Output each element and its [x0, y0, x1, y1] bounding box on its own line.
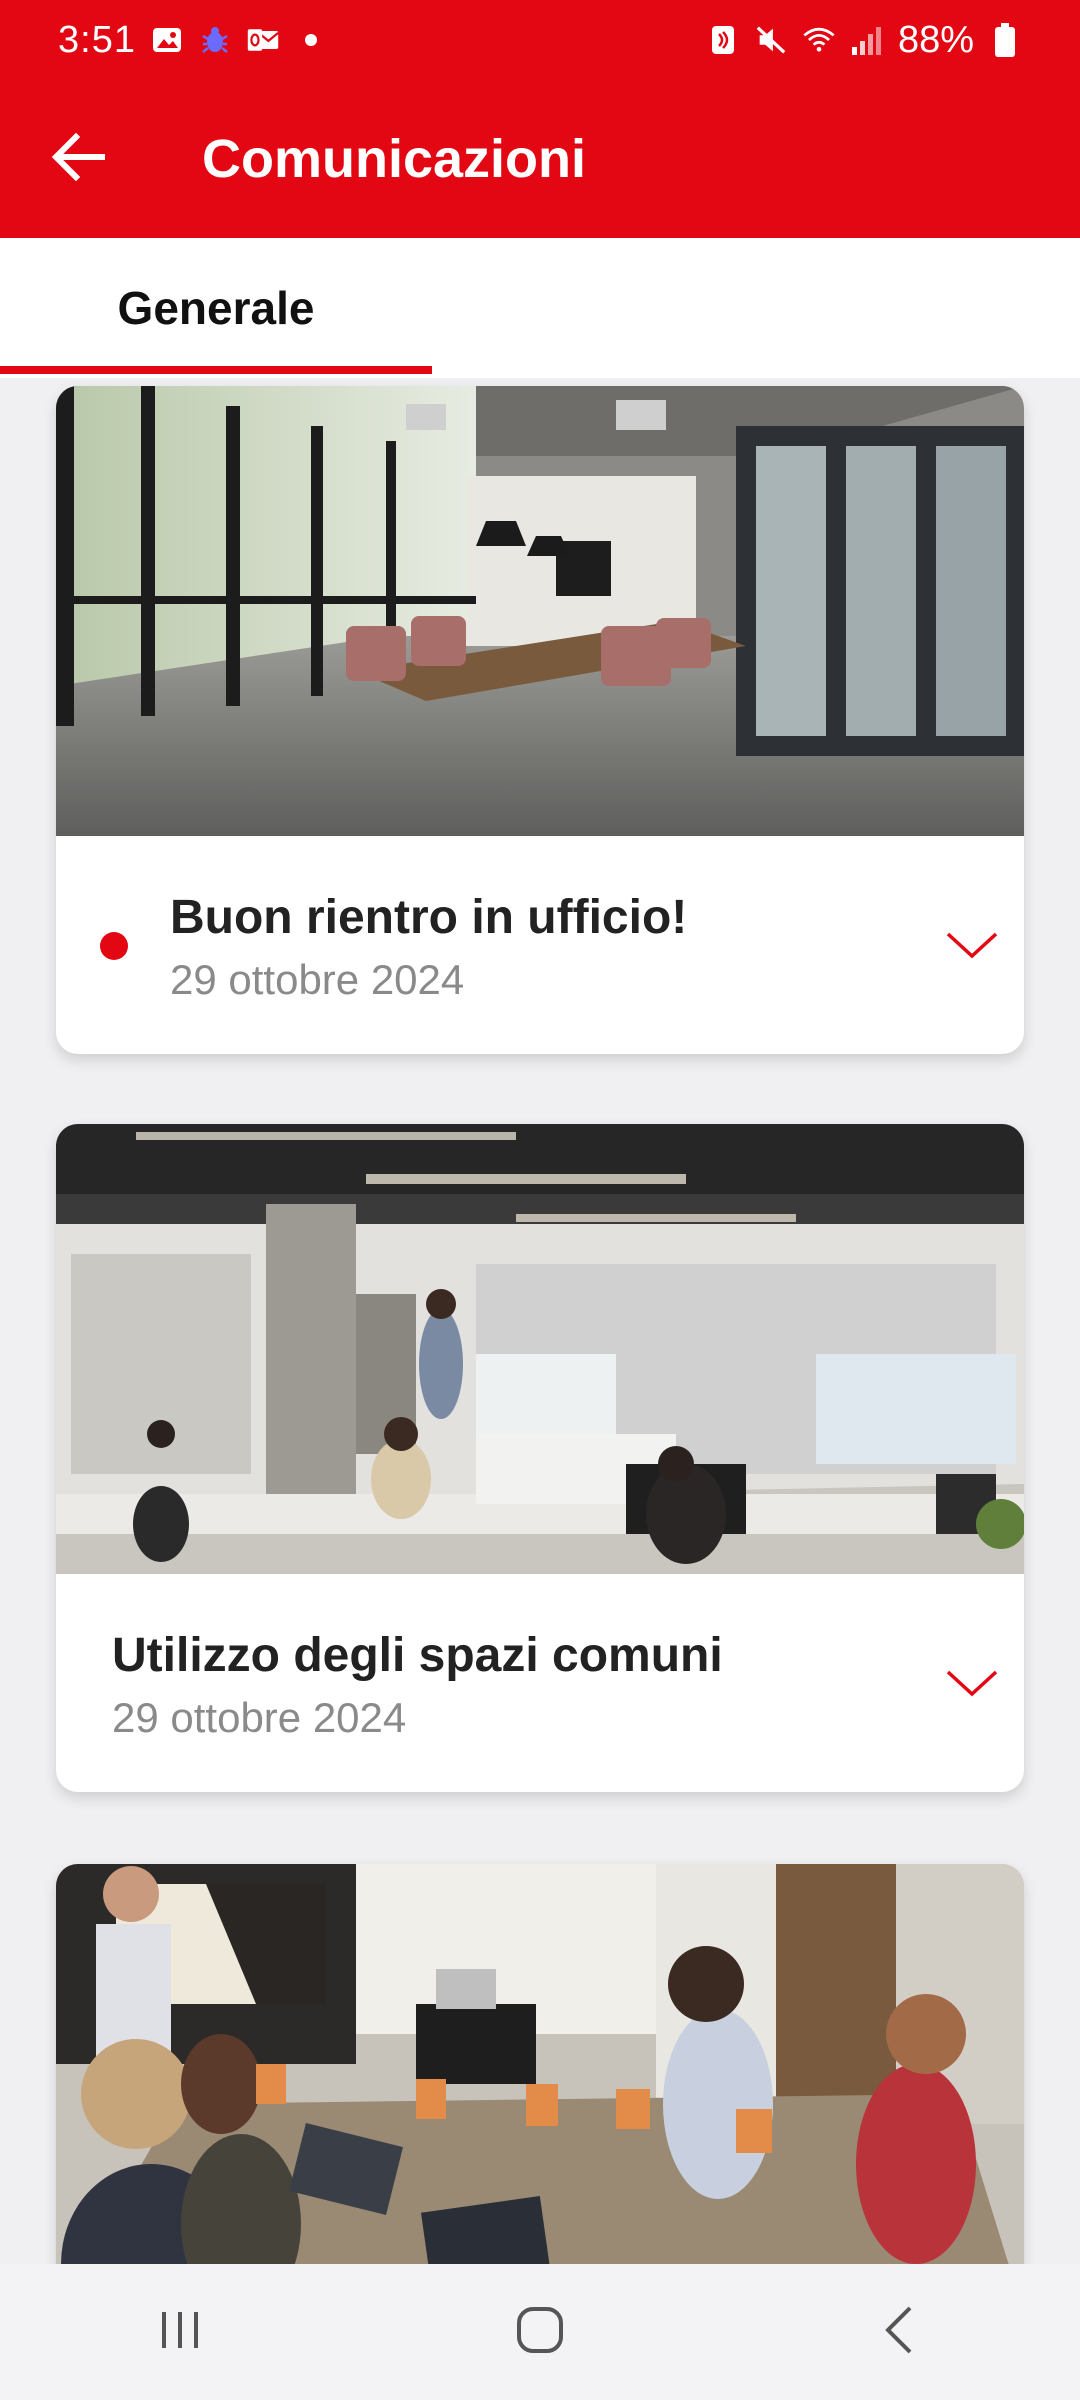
battery-icon: [988, 23, 1022, 57]
chevron-down-icon: [944, 1668, 1000, 1705]
communication-date: 29 ottobre 2024: [170, 956, 465, 1003]
app-bar: Comunicazioni: [0, 80, 1080, 238]
home-icon: [514, 2304, 566, 2361]
recents-icon: [156, 2306, 204, 2359]
status-left: 3:51: [58, 19, 328, 62]
outlook-icon: [246, 23, 280, 57]
expand-button[interactable]: [942, 918, 1002, 978]
communication-card[interactable]: [56, 1864, 1024, 2264]
dot-icon: [294, 23, 328, 57]
communication-date: 29 ottobre 2024: [112, 1694, 407, 1741]
open-space-office-photo: [56, 1124, 1024, 1574]
tab-bar: Generale: [0, 238, 1080, 378]
communication-card[interactable]: Utilizzo degli spazi comuni 29 ottobre 2…: [56, 1124, 1024, 1792]
system-nav-bar: [0, 2264, 1080, 2400]
communication-card[interactable]: Buon rientro in ufficio! 29 ottobre 2024: [56, 386, 1024, 1054]
arrow-left-icon: [48, 125, 112, 194]
home-button[interactable]: [480, 2282, 600, 2382]
system-back-button[interactable]: [840, 2282, 960, 2382]
card-footer: Buon rientro in ufficio! 29 ottobre 2024: [56, 836, 1024, 1054]
tab-generale[interactable]: Generale: [0, 238, 432, 378]
communication-title: Utilizzo degli spazi comuni: [112, 1629, 723, 1682]
mute-icon: [754, 23, 788, 57]
nfc-icon: [706, 23, 740, 57]
recents-button[interactable]: [120, 2282, 240, 2382]
status-time: 3:51: [58, 18, 136, 61]
communications-list[interactable]: Buon rientro in ufficio! 29 ottobre 2024: [0, 378, 1080, 2264]
page-title: Comunicazioni: [202, 129, 587, 189]
battery-percentage: 88%: [897, 18, 974, 61]
gallery-icon: [150, 23, 184, 57]
status-bar: 3:51 88%: [0, 0, 1080, 80]
unread-indicator: [100, 932, 128, 960]
chevron-down-icon: [944, 930, 1000, 967]
communication-title: Buon rientro in ufficio!: [170, 891, 688, 944]
office-meeting-room-photo: [56, 386, 1024, 836]
bug-icon: [198, 23, 232, 57]
expand-button[interactable]: [942, 1656, 1002, 1716]
status-right: 88%: [706, 19, 1022, 62]
card-footer: Utilizzo degli spazi comuni 29 ottobre 2…: [56, 1574, 1024, 1792]
tab-indicator: [0, 366, 432, 374]
signal-icon: [850, 23, 884, 57]
team-meeting-photo: [56, 1864, 1024, 2264]
back-button[interactable]: [30, 109, 130, 209]
back-icon: [880, 2304, 920, 2361]
wifi-icon: [802, 23, 836, 57]
